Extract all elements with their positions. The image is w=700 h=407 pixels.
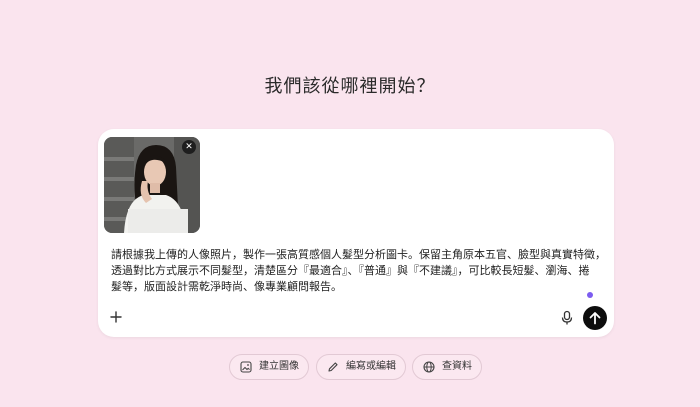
prompt-text[interactable]: 請根據我上傳的人像照片，製作一張高質感個人髮型分析圖卡。保留主角原本五官、臉型與… (111, 247, 606, 295)
suggestion-chips: 建立圖像 編寫或編輯 查資料 (0, 354, 700, 380)
remove-attachment-button[interactable]: ✕ (182, 140, 196, 154)
globe-icon (423, 361, 435, 373)
chip-label: 建立圖像 (259, 361, 299, 372)
chip-label: 編寫或編輯 (346, 361, 396, 372)
add-attachment-button[interactable] (108, 309, 124, 325)
create-image-chip[interactable]: 建立圖像 (229, 354, 309, 380)
plus-icon (110, 311, 122, 323)
chip-label: 查資料 (442, 361, 472, 372)
write-or-edit-chip[interactable]: 編寫或編輯 (316, 354, 406, 380)
microphone-icon (561, 310, 573, 325)
prompt-line: 透過對比方式展示不同髮型，清楚區分『最適合』、『普通』與『不建議』，可比較長短髮… (111, 264, 590, 277)
status-indicator-dot (587, 292, 593, 298)
research-chip[interactable]: 查資料 (412, 354, 482, 380)
composer[interactable]: ✕ 請根據我上傳的人像照片，製作一張高質感個人髮型分析圖卡。保留主角原本五官、臉… (98, 129, 614, 337)
arrow-up-icon (589, 312, 601, 325)
send-button[interactable] (583, 306, 607, 330)
prompt-line: 髮等，版面設計需乾淨時尚、像專業顧問報告。 (111, 280, 342, 293)
voice-input-button[interactable] (560, 310, 574, 326)
prompt-line: 請根據我上傳的人像照片，製作一張高質感個人髮型分析圖卡。保留主角原本五官、臉型與… (111, 248, 606, 261)
page-heading: 我們該從哪裡開始？ (264, 76, 436, 97)
image-icon (240, 361, 252, 373)
pencil-icon (328, 362, 338, 372)
